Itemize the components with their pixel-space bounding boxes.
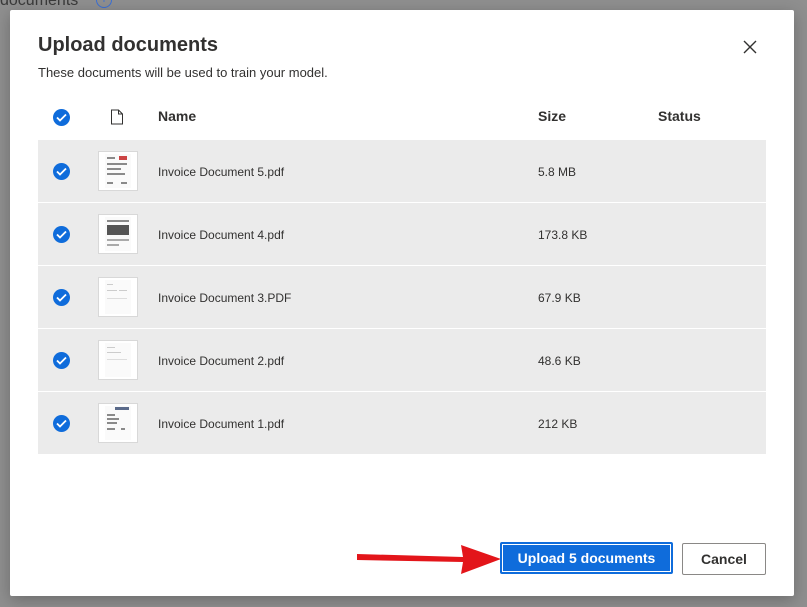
- backdrop-title: documents: [0, 0, 79, 9]
- document-size: 173.8 KB: [538, 228, 588, 242]
- documents-table: Name Size Status Invoice Document 5.pdf …: [38, 95, 766, 455]
- column-header-size[interactable]: Size: [538, 108, 566, 124]
- document-name: Invoice Document 4.pdf: [158, 228, 285, 242]
- table-row[interactable]: Invoice Document 4.pdf 173.8 KB: [38, 203, 766, 266]
- document-thumbnail: [98, 214, 138, 254]
- dialog-title: Upload documents: [38, 34, 219, 56]
- row-checkbox[interactable]: [53, 163, 70, 180]
- document-thumbnail: [98, 277, 138, 317]
- info-icon[interactable]: i: [96, 0, 112, 8]
- document-size: 212 KB: [538, 417, 578, 431]
- row-checkbox[interactable]: [53, 289, 70, 306]
- column-header-status[interactable]: Status: [658, 108, 701, 124]
- document-size: 5.8 MB: [538, 165, 577, 179]
- row-checkbox[interactable]: [53, 226, 70, 243]
- select-all-checkbox[interactable]: [53, 109, 70, 126]
- document-name: Invoice Document 1.pdf: [158, 417, 285, 431]
- column-header-name[interactable]: Name: [158, 108, 196, 124]
- document-name: Invoice Document 5.pdf: [158, 165, 285, 179]
- row-checkbox[interactable]: [53, 352, 70, 369]
- table-row[interactable]: Invoice Document 5.pdf 5.8 MB: [38, 140, 766, 203]
- upload-dialog: Upload documents These documents will be…: [10, 10, 794, 596]
- document-thumbnail: [98, 340, 138, 380]
- row-checkbox[interactable]: [53, 415, 70, 432]
- close-icon[interactable]: [740, 37, 760, 57]
- table-row[interactable]: Invoice Document 1.pdf 212 KB: [38, 392, 766, 455]
- document-size: 48.6 KB: [538, 354, 581, 368]
- cancel-button[interactable]: Cancel: [682, 543, 766, 575]
- table-header: Name Size Status: [38, 95, 766, 140]
- upload-button[interactable]: Upload 5 documents: [500, 542, 673, 574]
- document-size: 67.9 KB: [538, 291, 581, 305]
- document-name: Invoice Document 2.pdf: [158, 354, 285, 368]
- document-thumbnail: [98, 151, 138, 191]
- table-row[interactable]: Invoice Document 3.PDF 67.9 KB: [38, 266, 766, 329]
- document-name: Invoice Document 3.PDF: [158, 291, 292, 305]
- document-thumbnail: [98, 403, 138, 443]
- file-icon: [110, 109, 124, 128]
- table-row[interactable]: Invoice Document 2.pdf 48.6 KB: [38, 329, 766, 392]
- dialog-subtitle: These documents will be used to train yo…: [38, 65, 328, 80]
- annotation-arrow-icon: [357, 545, 501, 574]
